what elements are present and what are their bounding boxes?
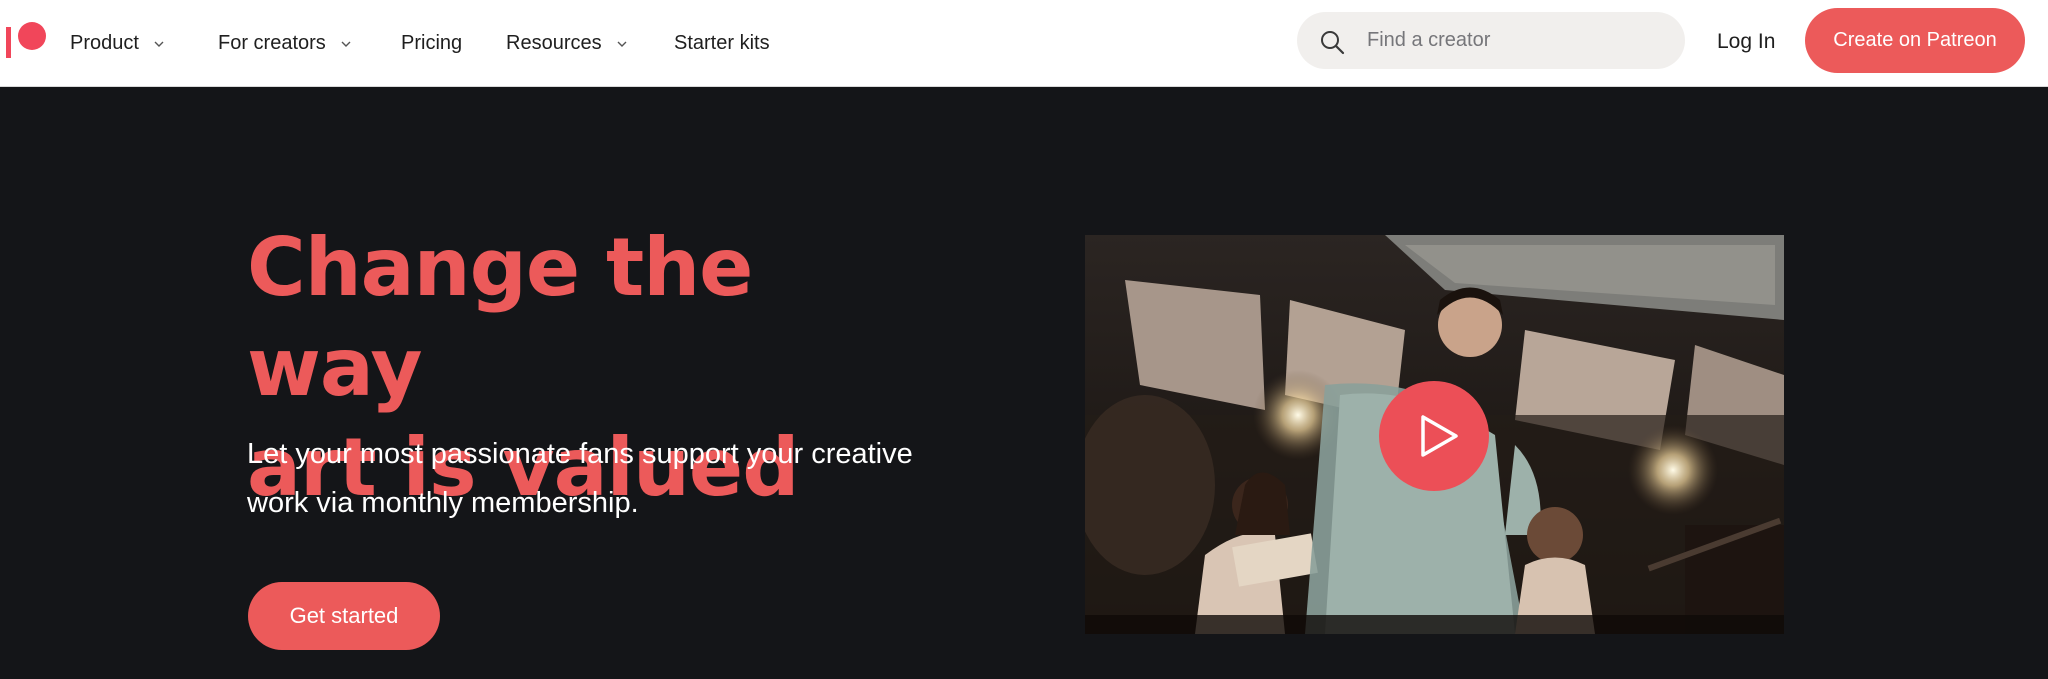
nav-item-label: For creators <box>218 32 326 54</box>
hero-section: Change the way art is valued Let your mo… <box>0 88 2048 679</box>
nav-item-label: Pricing <box>401 32 463 54</box>
subtext-line-2: work via monthly membership. <box>247 487 639 519</box>
get-started-button[interactable]: Get started <box>248 582 440 650</box>
login-link[interactable]: Log In <box>1717 0 1775 83</box>
nav-item-label: Starter kits <box>674 32 770 54</box>
logo-bar <box>6 27 11 58</box>
search-bar[interactable] <box>1297 12 1685 69</box>
play-icon <box>1421 415 1458 457</box>
play-button[interactable] <box>1379 381 1489 491</box>
headline-line-1: Change the way <box>247 221 753 414</box>
nav-item-product[interactable]: Product <box>70 0 165 87</box>
nav-item-label: Resources <box>506 32 602 54</box>
nav-item-label: Product <box>70 32 139 54</box>
patreon-logo-icon[interactable] <box>6 22 46 58</box>
hero-video-player[interactable] <box>1085 235 1784 634</box>
chevron-down-icon <box>616 38 628 50</box>
hero-subtext: Let your most passionate fans support yo… <box>247 430 967 528</box>
logo-dot <box>18 22 46 50</box>
nav-item-for-creators[interactable]: For creators <box>218 0 352 87</box>
search-icon <box>1321 31 1345 55</box>
chevron-down-icon <box>340 38 352 50</box>
subtext-line-1: Let your most passionate fans support yo… <box>247 438 913 470</box>
create-on-patreon-button[interactable]: Create on Patreon <box>1805 8 2025 73</box>
top-navigation-bar: Product For creators Pricing Resources S… <box>0 0 2048 87</box>
nav-item-resources[interactable]: Resources <box>506 0 628 87</box>
chevron-down-icon <box>153 38 165 50</box>
search-input[interactable] <box>1367 12 1667 69</box>
nav-item-pricing[interactable]: Pricing <box>401 0 462 87</box>
nav-item-starter-kits[interactable]: Starter kits <box>674 0 770 87</box>
